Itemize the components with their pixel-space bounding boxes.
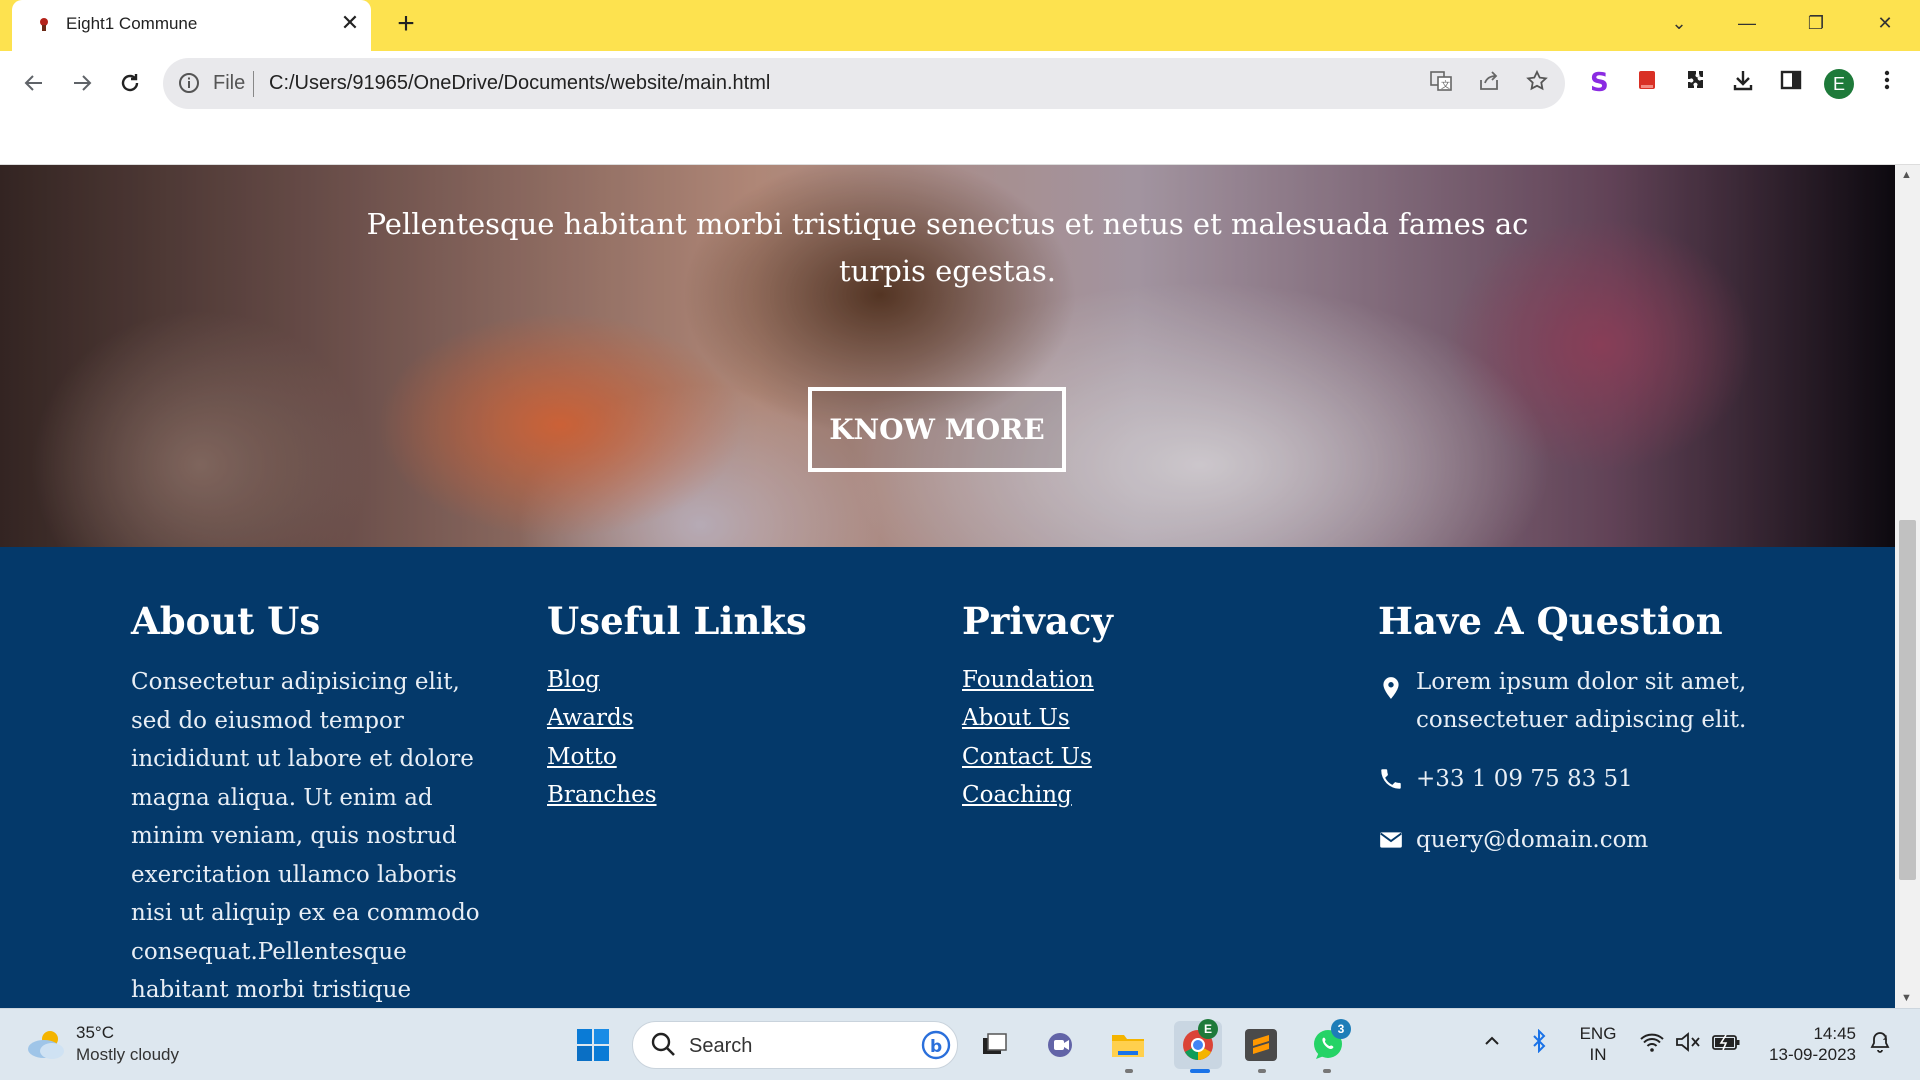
tab-title: Eight1 Commune: [66, 14, 198, 33]
whatsapp-running-indicator: [1323, 1069, 1331, 1073]
svg-text:S: S: [1590, 68, 1609, 96]
windows-taskbar: 35°C Mostly cloudy Search b E 3 ENG IN 1…: [0, 1008, 1920, 1080]
stylus-extension-icon[interactable]: S: [1584, 68, 1614, 98]
privacy-heading: Privacy: [962, 599, 1113, 643]
profile-avatar[interactable]: E: [1824, 69, 1854, 99]
weather-temperature[interactable]: 35°C: [76, 1023, 114, 1043]
cloudy-weather-icon[interactable]: [24, 1027, 68, 1061]
site-favicon-icon: [40, 18, 48, 31]
chrome-profile-badge: E: [1198, 1019, 1218, 1039]
map-pin-icon: [1383, 677, 1399, 699]
teams-chat-icon[interactable]: [1041, 1025, 1081, 1065]
about-text: Consectetur adipisicing elit, sed do eiu…: [131, 669, 480, 1003]
volume-muted-icon[interactable]: [1674, 1027, 1702, 1058]
clock-date: 13-09-2023: [1769, 1045, 1856, 1064]
share-icon[interactable]: [1475, 69, 1503, 97]
new-tab-button[interactable]: +: [390, 8, 422, 40]
windows-start-icon[interactable]: [573, 1025, 613, 1065]
restore-button[interactable]: ❐: [1793, 6, 1839, 40]
link-foundation[interactable]: Foundation: [962, 667, 1094, 693]
chrome-active-indicator: [1190, 1069, 1210, 1073]
download-icon[interactable]: [1728, 68, 1758, 98]
link-branches[interactable]: Branches: [547, 782, 657, 808]
forward-icon[interactable]: [62, 63, 102, 103]
hero-section: Pellentesque habitant morbi tristique se…: [0, 165, 1895, 547]
explorer-running-indicator: [1125, 1069, 1133, 1073]
svg-text:b: b: [930, 1037, 942, 1057]
scroll-down-icon[interactable]: ▼: [1901, 992, 1912, 1004]
search-label: Search: [689, 1035, 753, 1057]
page-viewport: Pellentesque habitant morbi tristique se…: [0, 165, 1895, 1008]
scroll-up-icon[interactable]: ▲: [1901, 169, 1912, 181]
menu-dots-icon[interactable]: [1872, 68, 1902, 98]
sidepanel-icon[interactable]: [1776, 68, 1806, 98]
taskbar-search[interactable]: Search b: [632, 1021, 958, 1069]
svg-text:z: z: [1883, 1033, 1887, 1042]
tab-search-icon[interactable]: ⌄: [1656, 6, 1702, 40]
extensions-puzzle-icon[interactable]: [1680, 68, 1710, 98]
back-icon[interactable]: [14, 63, 54, 103]
clock-time: 14:45: [1813, 1024, 1856, 1043]
svg-text:文: 文: [1441, 79, 1450, 90]
tab-strip: Eight1 Commune ✕ + ⌄ — ❐ ✕: [0, 0, 1920, 51]
link-motto[interactable]: Motto: [547, 744, 617, 770]
close-window-button[interactable]: ✕: [1862, 6, 1908, 40]
language-region: IN: [1589, 1045, 1607, 1064]
scrollbar-thumb[interactable]: [1899, 520, 1916, 880]
star-icon[interactable]: [1523, 69, 1551, 97]
address-line-2: consectetuer adipiscing elit.: [1416, 707, 1747, 733]
red-extension-icon[interactable]: [1632, 68, 1662, 98]
reload-icon[interactable]: [110, 63, 150, 103]
know-more-button[interactable]: KNOW MORE: [808, 387, 1066, 472]
task-view-icon[interactable]: [974, 1025, 1014, 1065]
minimize-button[interactable]: —: [1724, 6, 1770, 40]
scheme-label: File: [213, 72, 246, 94]
whatsapp-notification-badge: 3: [1331, 1019, 1351, 1039]
language-code: ENG: [1579, 1024, 1617, 1043]
sublime-text-icon[interactable]: [1241, 1025, 1281, 1065]
phone-icon: [1381, 769, 1401, 789]
hero-text: Pellentesque habitant morbi tristique se…: [366, 207, 1529, 288]
browser-toolbar: File C:/Users/91965/OneDrive/Documents/w…: [0, 51, 1920, 165]
question-heading: Have A Question: [1378, 599, 1723, 643]
address-line-1: Lorem ipsum dolor sit amet,: [1416, 669, 1747, 695]
link-blog[interactable]: Blog: [547, 667, 600, 693]
bing-icon[interactable]: b: [921, 1030, 951, 1060]
link-contact-us[interactable]: Contact Us: [962, 744, 1092, 770]
search-icon: [651, 1032, 675, 1056]
language-indicator[interactable]: ENG IN: [1578, 1023, 1618, 1065]
envelope-icon: [1380, 832, 1402, 848]
link-awards[interactable]: Awards: [547, 705, 634, 731]
show-hidden-icons-chevron-icon[interactable]: [1480, 1027, 1504, 1056]
battery-charging-icon[interactable]: [1710, 1027, 1742, 1058]
page-scrollbar[interactable]: ▲ ▼: [1895, 165, 1920, 1008]
file-explorer-icon[interactable]: [1108, 1025, 1148, 1065]
weather-description[interactable]: Mostly cloudy: [76, 1045, 179, 1065]
notification-bell-icon[interactable]: z: [1866, 1027, 1894, 1059]
footer: About Us Consectetur adipisicing elit, s…: [0, 547, 1895, 1008]
url-text[interactable]: C:/Users/91965/OneDrive/Documents/websit…: [269, 72, 770, 95]
browser-tab[interactable]: Eight1 Commune ✕: [12, 0, 371, 51]
tab-close-icon[interactable]: ✕: [338, 11, 362, 35]
address-bar[interactable]: File C:/Users/91965/OneDrive/Documents/w…: [163, 58, 1565, 109]
wifi-icon[interactable]: [1638, 1027, 1666, 1058]
about-heading: About Us: [131, 599, 321, 643]
link-about-us[interactable]: About Us: [962, 705, 1070, 731]
email-address[interactable]: query@domain.com: [1416, 821, 1648, 860]
phone-number[interactable]: +33 1 09 75 83 51: [1416, 760, 1633, 799]
bluetooth-icon[interactable]: [1527, 1027, 1551, 1058]
system-clock[interactable]: 14:45 13-09-2023: [1760, 1023, 1856, 1065]
translate-icon[interactable]: 文: [1427, 69, 1455, 97]
sublime-running-indicator: [1258, 1069, 1266, 1073]
useful-links-heading: Useful Links: [547, 599, 807, 643]
info-icon[interactable]: [177, 71, 201, 95]
link-coaching[interactable]: Coaching: [962, 782, 1072, 808]
address-separator: [253, 71, 254, 97]
